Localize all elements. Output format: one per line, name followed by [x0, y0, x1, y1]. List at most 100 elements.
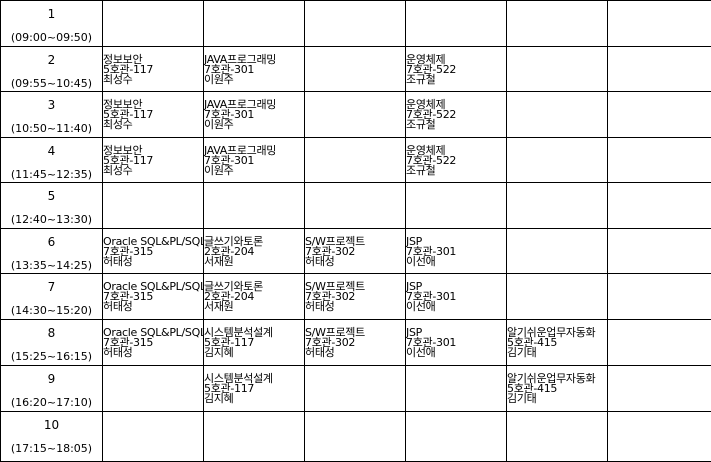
course-cell[interactable]: 운영체제7호관-522조규철: [406, 47, 507, 92]
period-cell: 6 (13:35~14:25): [1, 229, 103, 274]
timetable: 1(09:00~09:50)2(09:55~10:45)정보보안5호관-117최…: [0, 0, 711, 462]
course-cell[interactable]: JAVA프로그래밍7호관-301이원주: [204, 138, 305, 183]
empty-cell: [103, 183, 204, 229]
course-cell[interactable]: 운영체제7호관-522조규철: [406, 92, 507, 138]
course-cell[interactable]: S/W프로젝트7호관-302허태성: [305, 320, 406, 366]
period-number: 6: [1, 235, 102, 249]
period-time: (11:45~12:35): [1, 168, 102, 182]
course-professor: 허태성: [305, 348, 405, 358]
period-cell: 1 (09:00~09:50): [1, 1, 103, 47]
empty-cell: [305, 412, 406, 462]
timetable-row: 6 (13:35~14:25)Oracle SQL&PL/SQL7호관-315허태…: [1, 229, 711, 274]
empty-cell: [305, 366, 406, 412]
empty-cell: [406, 412, 507, 462]
period-number: 10: [1, 418, 102, 432]
empty-cell: [406, 1, 507, 47]
course-block: Oracle SQL&PL/SQL7호관-315허태성: [103, 320, 203, 358]
timetable-row: 10 (17:15~18:05): [1, 412, 711, 462]
period-number: 9: [1, 372, 102, 386]
course-block: JSP7호관-301이선애: [406, 274, 506, 312]
course-professor: 이원주: [204, 75, 304, 85]
empty-cell: [608, 366, 711, 412]
course-professor: 최성수: [103, 75, 203, 85]
empty-cell: [204, 183, 305, 229]
course-professor: 허태성: [103, 348, 203, 358]
period-time: (12:40~13:30): [1, 213, 102, 227]
empty-cell: [305, 1, 406, 47]
course-professor: 이원주: [204, 166, 304, 176]
empty-cell: [608, 92, 711, 138]
course-block: Oracle SQL&PL/SQL7호관-315허태성: [103, 229, 203, 267]
empty-cell: [608, 138, 711, 183]
course-block: 글쓰기와토론2호관-204서재원: [204, 229, 304, 267]
course-block: 운영체제7호관-522조규철: [406, 92, 506, 130]
course-cell[interactable]: 시스템분석설계5호관-117김지혜: [204, 366, 305, 412]
course-professor: 김기태: [507, 394, 607, 404]
empty-cell: [305, 47, 406, 92]
period-time: (09:00~09:50): [1, 31, 102, 45]
course-cell[interactable]: 정보보안5호관-117최성수: [103, 47, 204, 92]
timetable-row: 1 (09:00~09:50): [1, 1, 711, 47]
course-cell[interactable]: 운영체제7호관-522조규철: [406, 138, 507, 183]
course-cell[interactable]: JSP7호관-301이선애: [406, 320, 507, 366]
course-cell[interactable]: S/W프로젝트7호관-302허태성: [305, 274, 406, 320]
period-time: (17:15~18:05): [1, 442, 102, 456]
course-professor: 김지혜: [204, 348, 304, 358]
course-cell[interactable]: 글쓰기와토론2호관-204서재원: [204, 229, 305, 274]
empty-cell: [507, 1, 608, 47]
course-professor: 허태성: [103, 302, 203, 312]
course-cell[interactable]: 알기쉬운업무자동화5호관-415김기태: [507, 320, 608, 366]
course-professor: 허태성: [103, 257, 203, 267]
empty-cell: [507, 92, 608, 138]
course-cell[interactable]: JSP7호관-301이선애: [406, 229, 507, 274]
course-block: 글쓰기와토론2호관-204서재원: [204, 274, 304, 312]
period-number: 1: [1, 7, 102, 21]
course-cell[interactable]: 알기쉬운업무자동화5호관-415김기태: [507, 366, 608, 412]
course-professor: 김기태: [507, 348, 607, 358]
period-cell: 7(14:30~15:20): [1, 274, 103, 320]
course-professor: 허태성: [305, 302, 405, 312]
course-cell[interactable]: 시스템분석설계5호관-117김지혜: [204, 320, 305, 366]
course-cell[interactable]: Oracle SQL&PL/SQL7호관-315허태성: [103, 320, 204, 366]
course-cell[interactable]: 글쓰기와토론2호관-204서재원: [204, 274, 305, 320]
period-cell: 9 (16:20~17:10): [1, 366, 103, 412]
empty-cell: [608, 412, 711, 462]
course-cell[interactable]: S/W프로젝트7호관-302허태성: [305, 229, 406, 274]
period-number: 3: [1, 98, 102, 112]
period-time: (14:30~15:20): [1, 304, 102, 318]
course-block: 시스템분석설계5호관-117김지혜: [204, 320, 304, 358]
empty-cell: [608, 1, 711, 47]
course-block: S/W프로젝트7호관-302허태성: [305, 229, 405, 267]
empty-cell: [204, 412, 305, 462]
period-cell: 10 (17:15~18:05): [1, 412, 103, 462]
empty-cell: [608, 183, 711, 229]
course-block: 정보보안5호관-117최성수: [103, 138, 203, 176]
course-cell[interactable]: JAVA프로그래밍7호관-301이원주: [204, 47, 305, 92]
course-cell[interactable]: Oracle SQL&PL/SQL7호관-315허태성: [103, 229, 204, 274]
course-professor: 이선애: [406, 302, 506, 312]
period-cell: 8(15:25~16:15): [1, 320, 103, 366]
period-time: (16:20~17:10): [1, 396, 102, 410]
course-cell[interactable]: Oracle SQL&PL/SQL7호관-315허태성: [103, 274, 204, 320]
course-block: 알기쉬운업무자동화5호관-415김기태: [507, 366, 607, 404]
empty-cell: [406, 183, 507, 229]
course-cell[interactable]: JSP7호관-301이선애: [406, 274, 507, 320]
empty-cell: [204, 1, 305, 47]
empty-cell: [608, 320, 711, 366]
empty-cell: [507, 138, 608, 183]
empty-cell: [507, 412, 608, 462]
period-number: 4: [1, 144, 102, 158]
course-cell[interactable]: JAVA프로그래밍7호관-301이원주: [204, 92, 305, 138]
empty-cell: [608, 274, 711, 320]
empty-cell: [406, 366, 507, 412]
course-cell[interactable]: 정보보안5호관-117최성수: [103, 92, 204, 138]
period-time: (13:35~14:25): [1, 259, 102, 273]
course-block: S/W프로젝트7호관-302허태성: [305, 274, 405, 312]
empty-cell: [507, 47, 608, 92]
timetable-row: 9 (16:20~17:10) 시스템분석설계5호관-117김지혜 알기쉬운업무자동화…: [1, 366, 711, 412]
empty-cell: [305, 183, 406, 229]
course-cell[interactable]: 정보보안5호관-117최성수: [103, 138, 204, 183]
course-professor: 이선애: [406, 348, 506, 358]
course-professor: 허태성: [305, 257, 405, 267]
course-block: JSP7호관-301이선애: [406, 229, 506, 267]
